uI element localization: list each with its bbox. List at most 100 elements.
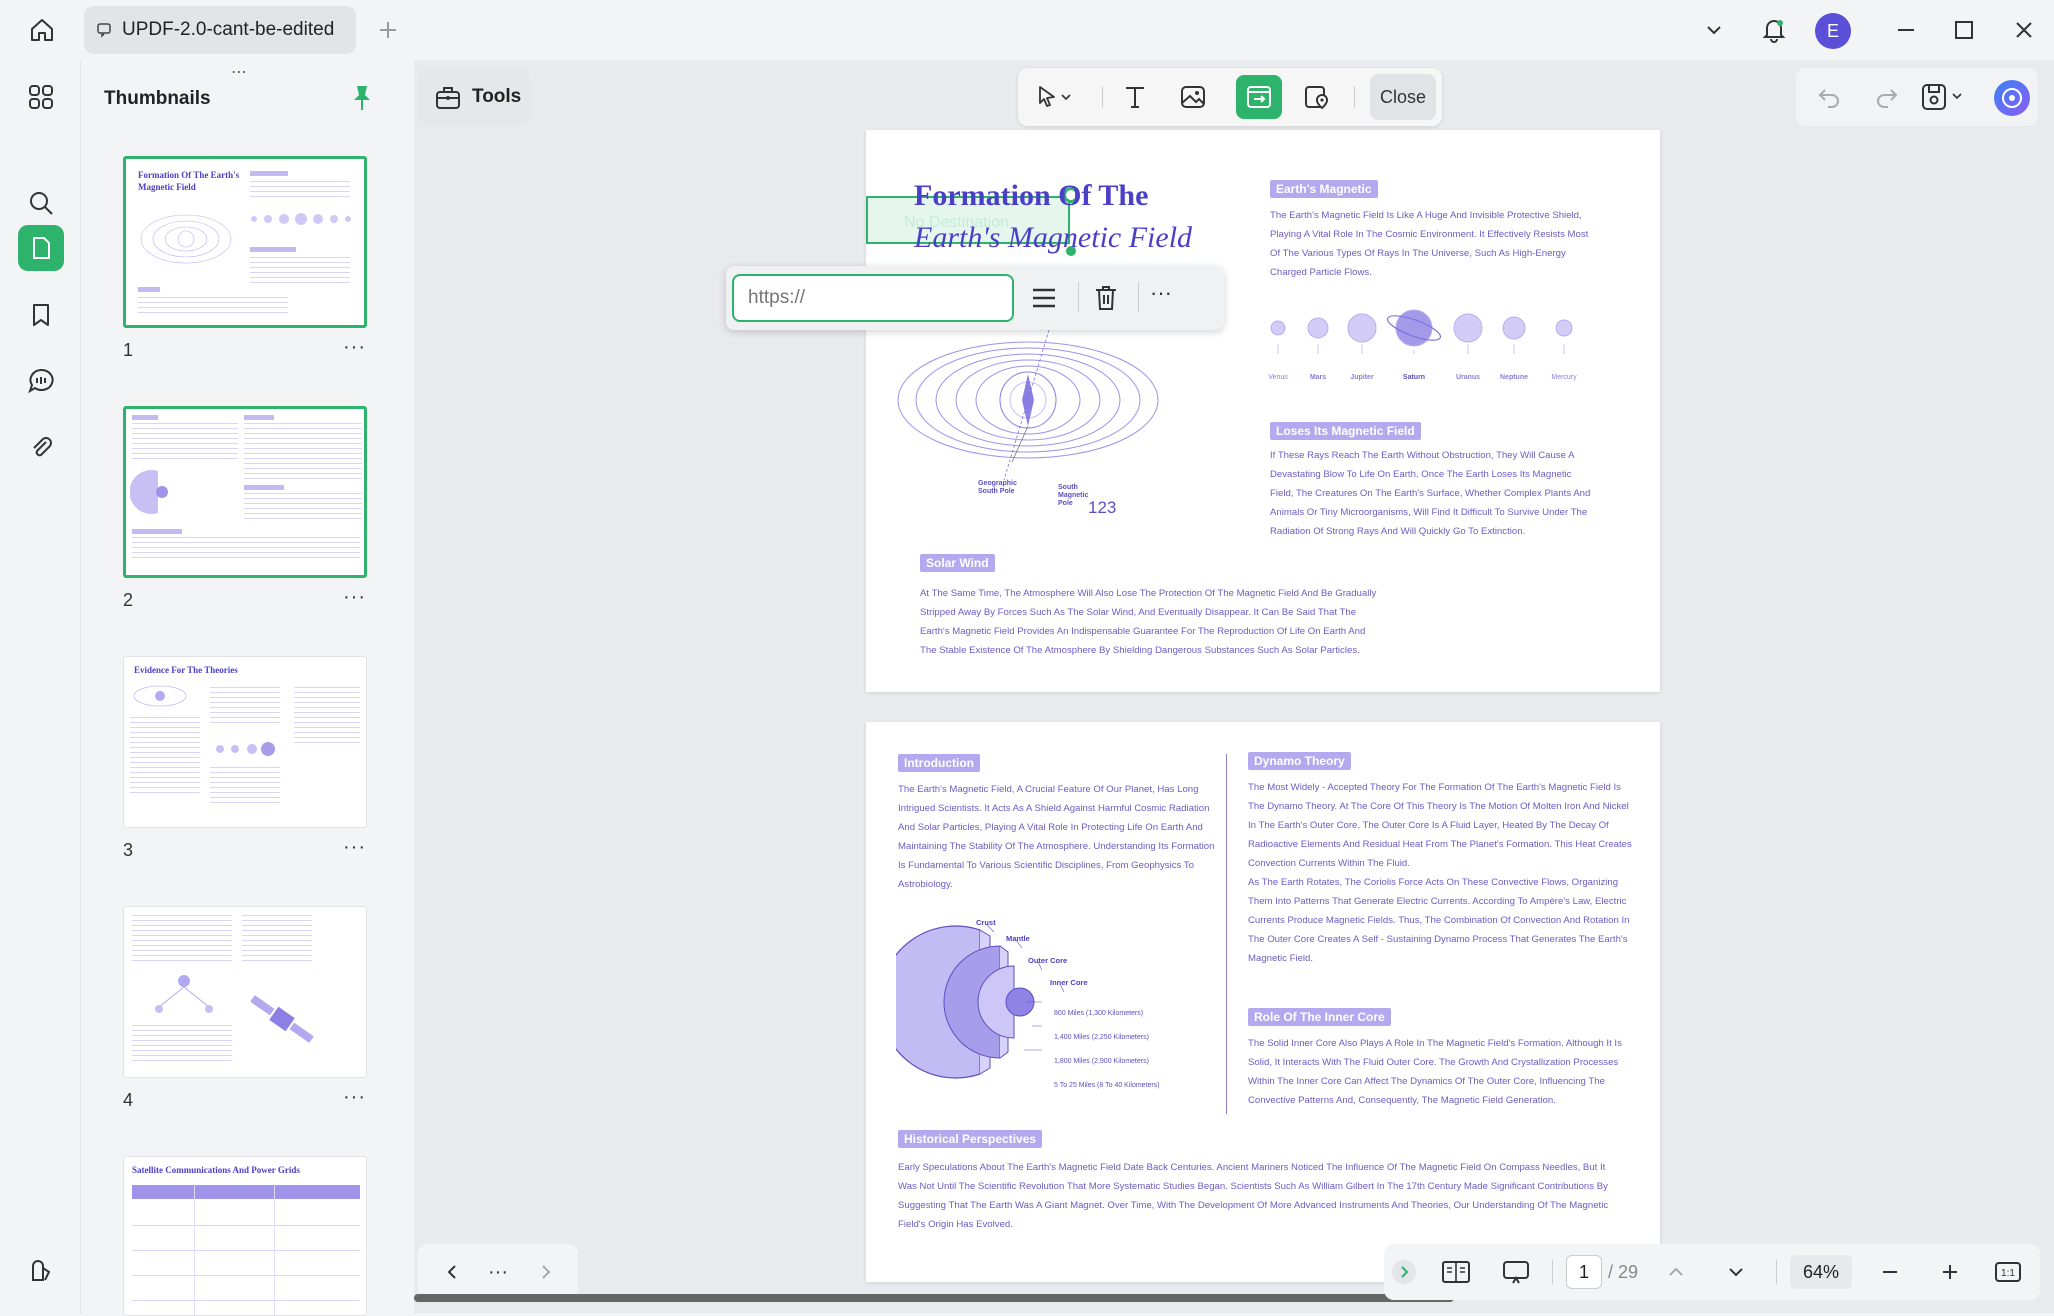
link-tool-icon[interactable] [1236, 75, 1282, 119]
presentation-icon[interactable] [1496, 1252, 1536, 1292]
thumbnail-number: 4 [123, 1090, 134, 1110]
section-tag: Loses Its Magnetic Field [1270, 422, 1421, 440]
actual-size-icon[interactable]: 1:1 [1988, 1252, 2028, 1292]
horizontal-scrollbar[interactable] [414, 1294, 1454, 1302]
thumbnail-page-4[interactable] [123, 906, 367, 1078]
delete-icon[interactable] [1092, 283, 1120, 313]
inner-core-text: The Solid Inner Core Also Plays A Role I… [1248, 1038, 1622, 1106]
total-pages: / 29 [1608, 1262, 1639, 1282]
loses-field-text: If These Rays Reach The Earth Without Ob… [1270, 450, 1591, 537]
chevron-down-icon[interactable] [1692, 8, 1736, 52]
page-nav-left: ··· [418, 1244, 578, 1300]
column-divider [1226, 754, 1227, 1114]
tools-label: Tools [472, 86, 522, 107]
comment-icon[interactable] [18, 358, 64, 404]
attachment-icon[interactable] [18, 424, 64, 470]
planet-label: Mars [1309, 374, 1327, 381]
tools-icon [436, 87, 460, 109]
link-style-icon[interactable] [1030, 284, 1058, 312]
theme-icon[interactable] [18, 1248, 64, 1294]
avatar[interactable]: E [1815, 13, 1851, 49]
number-label: 123 [1088, 498, 1117, 517]
bookmark-icon[interactable] [18, 292, 64, 338]
thumbnail-more-icon[interactable]: ··· [343, 1086, 366, 1109]
page-title-line1: Formation Of The [914, 179, 1149, 212]
save-icon[interactable] [1920, 82, 1968, 112]
section-tag: Solar Wind [920, 554, 995, 572]
pin-icon[interactable] [351, 84, 373, 112]
right-toolbar [1796, 68, 2038, 126]
location-link-icon[interactable] [1294, 75, 1340, 119]
historical-text: Early Speculations About The Earth's Mag… [898, 1162, 1609, 1230]
thumbnail-page-1[interactable]: Formation Of The Earth's Magnetic Field [123, 156, 367, 328]
planet-label: Uranus [1455, 374, 1481, 381]
zoom-in-icon[interactable] [1930, 1252, 1970, 1292]
panel-drag-handle[interactable]: ⋯ [231, 62, 249, 82]
select-cursor-icon[interactable] [1026, 75, 1082, 119]
section-tag: Earth's Magnetic [1270, 180, 1378, 198]
notification-bell-icon[interactable] [1752, 8, 1796, 52]
more-options-icon[interactable]: ··· [1150, 280, 1172, 306]
title-bar: UPDF-2.0-cant-be-edited E [0, 0, 2054, 60]
thumbnails-page-icon[interactable] [18, 225, 64, 271]
document-tab[interactable]: UPDF-2.0-cant-be-edited [84, 6, 356, 54]
page-down-icon[interactable] [1716, 1252, 1756, 1292]
apps-grid-icon[interactable] [18, 74, 64, 120]
maximize-icon[interactable] [1942, 8, 1986, 52]
panel-title: Thumbnails [104, 88, 211, 109]
tab-title: UPDF-2.0-cant-be-edited [122, 19, 335, 40]
zoom-out-icon[interactable] [1870, 1252, 1910, 1292]
new-tab-plus-icon[interactable] [366, 8, 410, 52]
thumbnail-number: 2 [123, 590, 134, 610]
expand-arrow-icon[interactable] [1392, 1260, 1416, 1284]
thumb-title: Satellite Communications And Power Grids [132, 1165, 300, 1175]
geo-south-pole-label: Geographic South Pole [978, 480, 1017, 495]
distance-label: 1,800 Miles (2,900 Kilometers) [1054, 1058, 1149, 1065]
text-tool-icon[interactable] [1112, 75, 1158, 119]
section-tag: Dynamo Theory [1248, 752, 1351, 770]
svg-text:1:1: 1:1 [2001, 1268, 2015, 1279]
distance-label: 800 Miles (1,300 Kilometers) [1054, 1010, 1144, 1017]
thumbnail-more-icon[interactable]: ··· [343, 586, 366, 609]
pdf-page-1: No Destination Formation Of The Earth's … [866, 130, 1660, 692]
earths-magnetic-text: The Earth's Magnetic Field Is Like A Hug… [1270, 210, 1589, 278]
thumb-field-drawing [140, 214, 232, 264]
distance-label: 1,400 Miles (2,250 Kilometers) [1054, 1034, 1149, 1041]
planet-label: Neptune [1500, 374, 1528, 381]
layer-leader-lines [986, 923, 1065, 1051]
redo-icon[interactable] [1874, 84, 1900, 110]
minimize-icon[interactable] [1884, 8, 1928, 52]
next-arrow-icon[interactable] [526, 1252, 566, 1292]
tools-button[interactable]: Tools [418, 68, 530, 126]
tab-doc-icon [97, 23, 111, 38]
current-page-input[interactable]: 1 [1566, 1255, 1602, 1289]
planets-diagram [1270, 309, 1573, 354]
page-nav-right: / 29 1:1 [1384, 1244, 2040, 1300]
solar-wind-text: At The Same Time, The Atmosphere Will Al… [920, 588, 1377, 656]
search-icon[interactable] [18, 180, 64, 226]
planet-label: Jupiter [1350, 374, 1374, 381]
prev-arrow-icon[interactable] [432, 1252, 472, 1292]
thumbnail-page-2[interactable] [123, 406, 367, 578]
magnetic-field-diagram [897, 329, 1159, 481]
ai-assistant-icon[interactable] [1994, 80, 2030, 116]
page-up-icon[interactable] [1656, 1252, 1696, 1292]
undo-icon[interactable] [1816, 84, 1842, 110]
thumbnail-more-icon[interactable]: ··· [343, 336, 366, 359]
image-tool-icon[interactable] [1170, 75, 1216, 119]
more-icon[interactable]: ··· [478, 1252, 518, 1292]
thumbnail-more-icon[interactable]: ··· [343, 836, 366, 859]
home-icon[interactable] [20, 8, 64, 52]
page-layout-icon[interactable] [1436, 1252, 1476, 1292]
page-title-line2: Earth's Magnetic Field [914, 221, 1193, 254]
url-input[interactable] [732, 274, 1014, 322]
section-tag: Role Of The Inner Core [1248, 1008, 1391, 1026]
thumbnail-number: 3 [123, 840, 134, 860]
thumbnail-page-5[interactable]: Satellite Communications And Power Grids [123, 1156, 367, 1316]
close-button[interactable]: Close [1370, 74, 1436, 120]
close-window-icon[interactable] [2002, 8, 2046, 52]
thumb-title: Formation Of The Earth's Magnetic Field [138, 170, 240, 192]
thumbnail-page-3[interactable]: Evidence For The Theories [123, 656, 367, 828]
thumb-title: Evidence For The Theories [134, 665, 238, 675]
zoom-level[interactable]: 64% [1790, 1255, 1852, 1289]
